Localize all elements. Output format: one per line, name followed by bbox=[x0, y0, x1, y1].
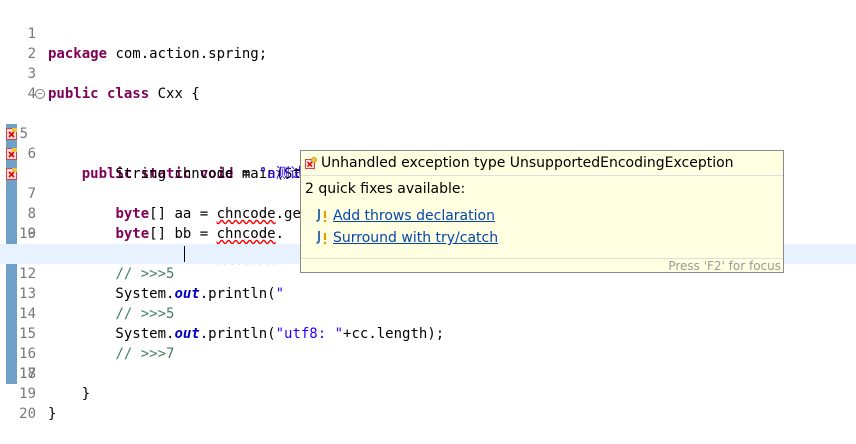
code-line[interactable]: 2 bbox=[0, 24, 856, 62]
quickfix-icon bbox=[316, 231, 327, 245]
code-editor[interactable]: 1 package com.action.spring; 2 3 public … bbox=[0, 0, 856, 425]
code-line[interactable]: 6 String chncode = "a测试"; bbox=[0, 104, 856, 182]
quick-fix-popup[interactable]: Unhandled exception type UnsupportedEnco… bbox=[300, 150, 784, 273]
code-line[interactable]: 20 bbox=[0, 384, 856, 422]
quickfix-icon bbox=[316, 209, 327, 223]
popup-title: Unhandled exception type UnsupportedEnco… bbox=[321, 155, 734, 171]
error-marker-icon[interactable] bbox=[6, 128, 17, 140]
code-line[interactable]: 7 byte[] aa = chncode.getBytes("GBK"); bbox=[0, 124, 856, 222]
quick-fix-label[interactable]: Surround with try/catch bbox=[333, 230, 498, 246]
code-line[interactable]: 18 bbox=[0, 344, 856, 382]
quick-fix-count: 2 quick fixes available: bbox=[305, 181, 466, 197]
code-line[interactable]: 19 } bbox=[0, 364, 856, 422]
fold-toggle-icon[interactable]: − bbox=[35, 89, 45, 99]
code-text[interactable]: } bbox=[48, 404, 56, 424]
quick-fix-add-throws[interactable]: Add throws declaration bbox=[315, 206, 495, 226]
error-marker-icon[interactable] bbox=[6, 168, 17, 180]
quick-fix-label[interactable]: Add throws declaration bbox=[333, 208, 495, 224]
code-line[interactable]: 15 // >>>7 bbox=[0, 284, 856, 362]
code-line[interactable]: 17 } bbox=[0, 324, 856, 402]
error-marker-icon[interactable] bbox=[6, 148, 17, 160]
focus-hint: Press 'F2' for focus bbox=[668, 259, 781, 273]
code-line[interactable]: 1 package com.action.spring; bbox=[0, 4, 856, 62]
popup-body: 2 quick fixes available: Add throws decl… bbox=[301, 175, 783, 259]
code-line[interactable]: 3 public class Cxx { bbox=[0, 44, 856, 102]
code-line[interactable]: 5 − public static void main(String[] arg… bbox=[0, 84, 856, 182]
code-line[interactable]: 16 bbox=[0, 304, 856, 364]
popup-header: Unhandled exception type UnsupportedEnco… bbox=[301, 151, 783, 175]
error-lightbulb-icon bbox=[305, 157, 317, 169]
quick-fix-surround-try-catch[interactable]: Surround with try/catch bbox=[315, 228, 498, 248]
code-line[interactable]: 4 bbox=[0, 64, 856, 102]
popup-footer: Press 'F2' for focus bbox=[301, 258, 783, 273]
text-caret bbox=[184, 246, 185, 262]
line-number: 20 bbox=[19, 406, 36, 422]
